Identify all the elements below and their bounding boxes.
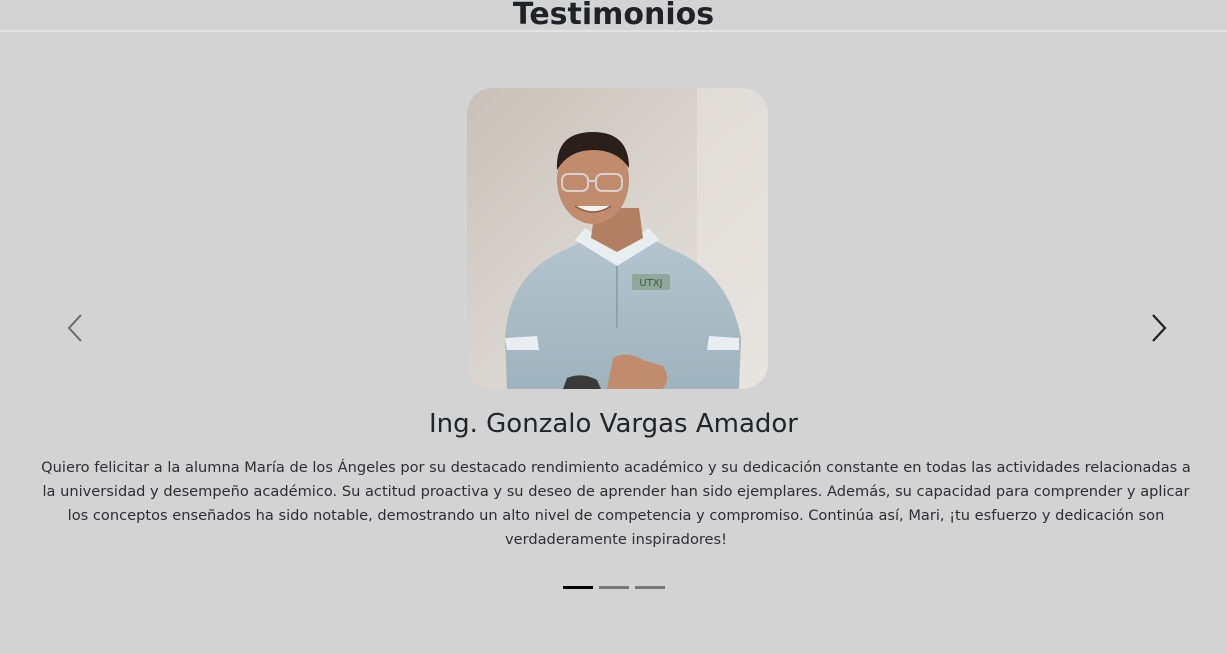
- testimonials-carousel: UTXJ chevron-left-icon chevron-rig: [0, 32, 1227, 632]
- carousel-indicator-2[interactable]: [598, 586, 629, 589]
- carousel-next-button[interactable]: chevron-right-icon: [1137, 310, 1181, 346]
- chevron-left-icon: [67, 314, 82, 342]
- chevron-right-icon: [1152, 314, 1167, 342]
- carousel-indicator-3[interactable]: [634, 586, 665, 589]
- carousel-prev-button[interactable]: chevron-left-icon: [53, 310, 97, 346]
- testimonial-text: Quiero felicitar a la alumna María de lo…: [41, 459, 1191, 548]
- person-photo-illustration: UTXJ: [467, 88, 768, 389]
- carousel-indicators: [0, 586, 1227, 589]
- section-title: Testimonios: [512, 0, 715, 32]
- shirt-logo-text: UTXJ: [639, 278, 662, 289]
- testimonial-photo: UTXJ: [467, 88, 768, 389]
- carousel-indicator-1[interactable]: [562, 586, 593, 589]
- testimonial-author: Ing. Gonzalo Vargas Amador: [428, 409, 798, 439]
